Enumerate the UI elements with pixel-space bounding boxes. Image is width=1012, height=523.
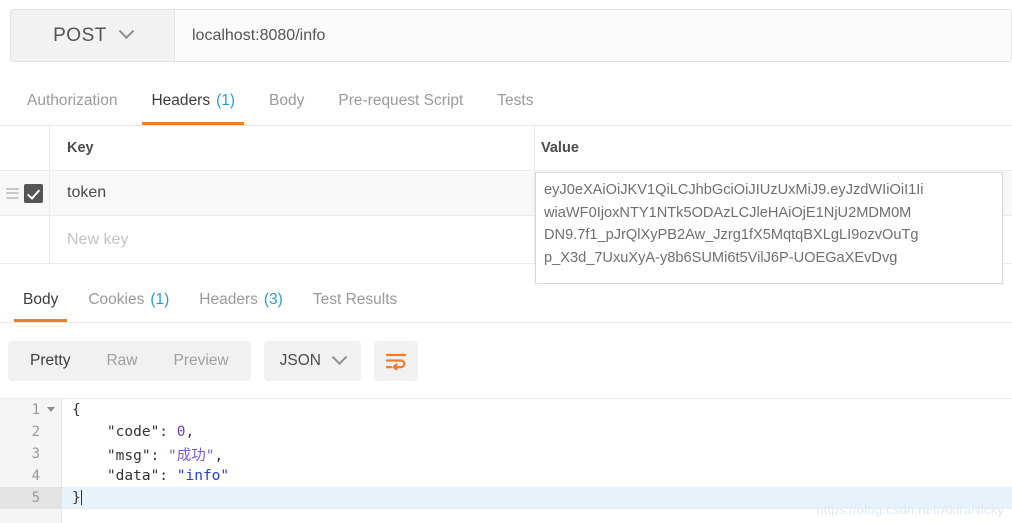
tab-label: Pre-request Script [338, 91, 464, 109]
view-mode-group: Pretty Raw Preview [8, 341, 251, 381]
line-number: 5 [0, 487, 62, 509]
response-tab-cookies[interactable]: Cookies (1) [73, 277, 184, 322]
header-key-text: token [67, 184, 107, 201]
tab-pre-request-script[interactable]: Pre-request Script [321, 76, 480, 125]
view-mode-pretty[interactable]: Pretty [12, 341, 88, 381]
response-view-toolbar: Pretty Raw Preview JSON [0, 330, 1012, 392]
tab-authorization[interactable]: Authorization [10, 76, 134, 125]
tab-label: Headers [199, 290, 258, 308]
table-header-row: Key Value [0, 126, 1012, 171]
header-cell-spacer [0, 126, 50, 170]
response-body-viewer[interactable]: 1{2 "code": 0, 3 "msg": "成功", 4 "data": "i… [0, 398, 1012, 523]
row-controls-empty [0, 216, 50, 263]
view-mode-label: Preview [173, 352, 229, 369]
response-tab-headers[interactable]: Headers (3) [184, 277, 298, 322]
wrap-lines-button[interactable] [373, 341, 418, 381]
tab-label: Tests [497, 91, 534, 109]
tab-label: Body [23, 290, 59, 308]
row-enabled-checkbox[interactable] [24, 183, 43, 203]
response-format-label: JSON [279, 352, 321, 369]
response-tab-body[interactable]: Body [8, 277, 73, 322]
postman-window: POST localhost:8080/info Authorization H… [0, 0, 1012, 523]
tab-label: Headers [151, 91, 211, 109]
line-number: 3 [31, 446, 40, 462]
code-line: 4 "data": "info" [0, 465, 1012, 487]
view-mode-preview[interactable]: Preview [156, 341, 247, 381]
line-number: 2 [31, 424, 40, 440]
tab-body[interactable]: Body [252, 76, 321, 125]
line-number: 4 [31, 468, 40, 484]
tab-count: (1) [150, 290, 170, 308]
code-line-text: "msg": "成功", [72, 447, 224, 464]
code-line-text: "code": 0, [72, 424, 195, 440]
tab-label: Body [269, 91, 305, 109]
view-mode-raw[interactable]: Raw [88, 341, 155, 381]
new-key-input[interactable]: New key [50, 216, 535, 263]
request-url-text: localhost:8080/info [192, 26, 326, 44]
row-controls [0, 171, 50, 215]
request-tabs: Authorization Headers (1) Body Pre-reque… [0, 76, 1012, 126]
tab-label: Test Results [312, 290, 398, 308]
code-line: 2 "code": 0, [0, 421, 1012, 443]
column-header-value: Value [541, 140, 579, 156]
column-header-key: Key [67, 140, 94, 156]
request-url-bar: POST localhost:8080/info [10, 9, 1012, 62]
header-key-input[interactable]: token [50, 171, 535, 215]
wrap-lines-icon [385, 353, 407, 370]
code-line-text: } [72, 490, 82, 506]
response-format-selector[interactable]: JSON [263, 341, 361, 381]
tab-label: Authorization [27, 91, 118, 109]
tab-label: Cookies [88, 290, 145, 308]
header-cell-value: Value [535, 126, 1012, 170]
response-tab-test-results[interactable]: Test Results [298, 277, 412, 322]
code-lines: 1{2 "code": 0, 3 "msg": "成功", 4 "data": "i… [0, 399, 1012, 509]
code-line-text: { [72, 402, 81, 418]
tab-tests[interactable]: Tests [480, 76, 550, 125]
chevron-down-icon [331, 348, 348, 365]
request-url-input[interactable]: localhost:8080/info [175, 9, 1012, 62]
http-method-selector[interactable]: POST [10, 9, 175, 62]
view-mode-label: Raw [106, 352, 138, 369]
drag-handle-icon[interactable] [6, 187, 19, 199]
header-cell-key: Key [50, 126, 535, 170]
code-line: 5} [0, 487, 1012, 509]
tab-count: (3) [263, 290, 283, 308]
header-value-editor[interactable]: eyJ0eXAiOiJKV1QiLCJhbGciOiJIUzUxMiJ9.eyJ… [535, 172, 1003, 284]
code-line-text: "data": "info" [72, 468, 230, 484]
tab-headers[interactable]: Headers (1) [134, 76, 252, 125]
line-number: 1 [0, 399, 62, 421]
chevron-down-icon [118, 23, 135, 40]
code-line: 3 "msg": "成功", [0, 443, 1012, 465]
fold-toggle-icon[interactable] [47, 407, 55, 412]
http-method-label: POST [53, 24, 107, 46]
text-caret [80, 490, 82, 505]
tab-count: (1) [216, 91, 236, 109]
new-key-placeholder: New key [67, 230, 129, 248]
view-mode-label: Pretty [30, 352, 71, 369]
code-line: 1{ [0, 399, 1012, 421]
